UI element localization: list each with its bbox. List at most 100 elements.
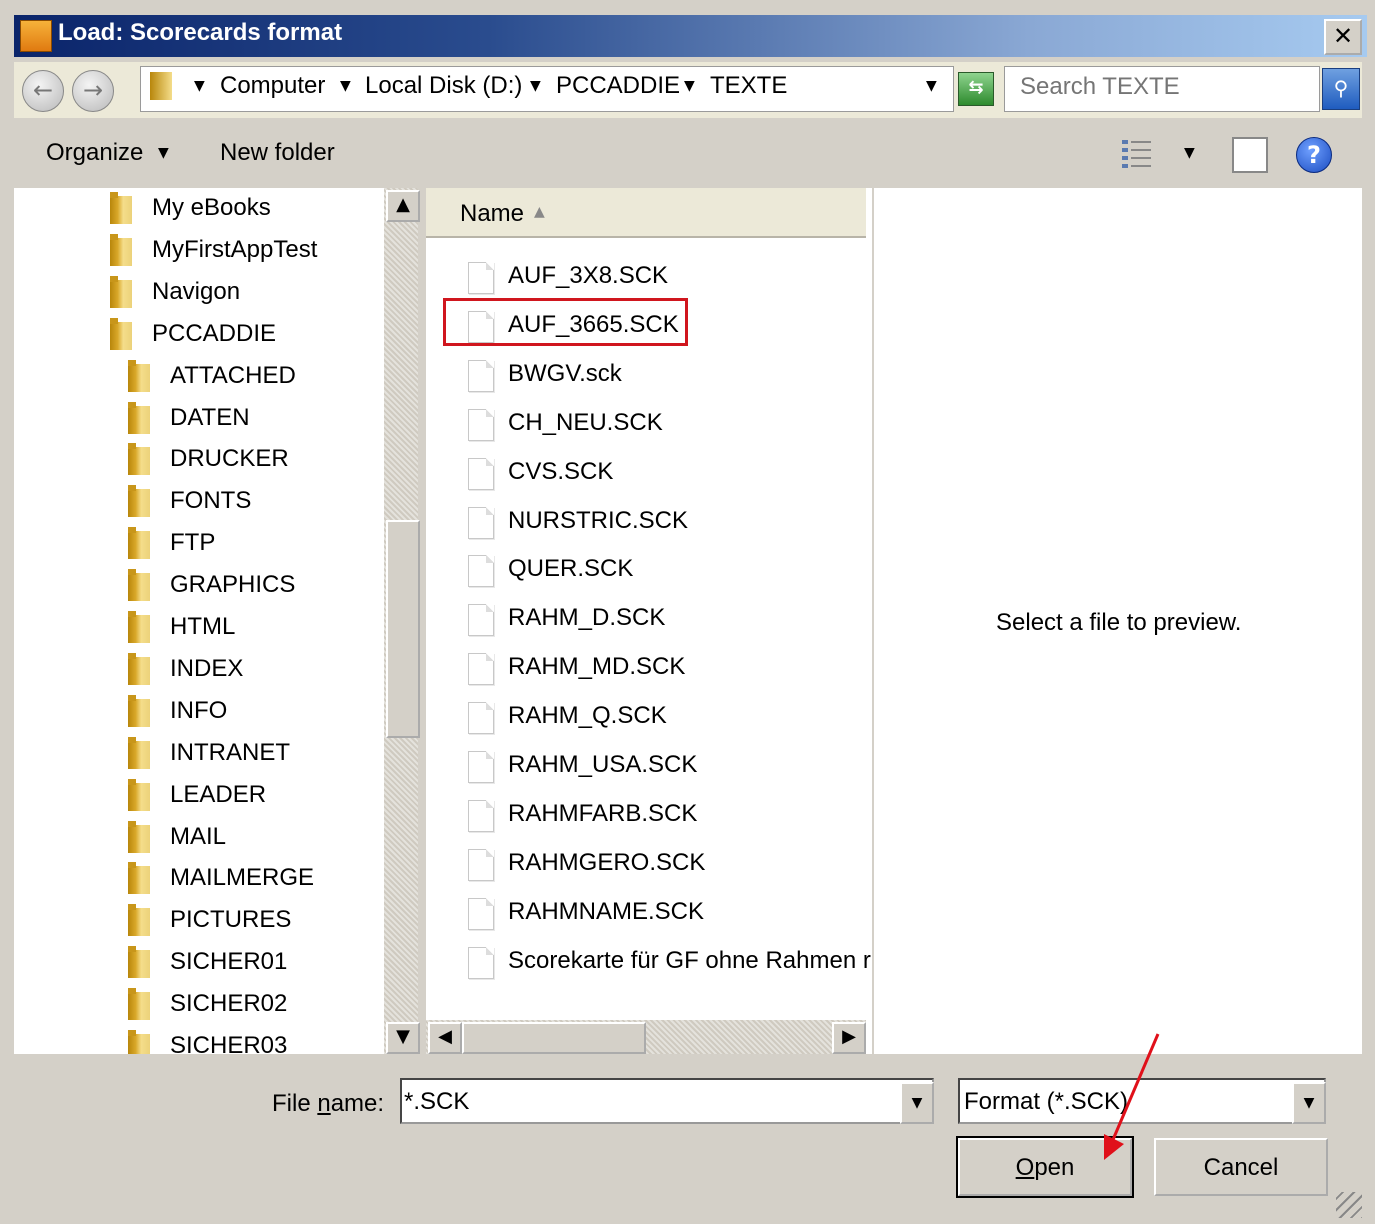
document-icon (468, 262, 494, 294)
breadcrumb-texte[interactable]: TEXTE (710, 72, 787, 100)
file-row[interactable]: RAHM_MD.SCK (426, 649, 866, 691)
breadcrumb-computer[interactable]: Computer (220, 72, 325, 100)
chevron-down-icon[interactable]: ▼ (684, 78, 695, 94)
file-row[interactable]: RAHMGERO.SCK (426, 845, 866, 887)
resize-grip[interactable] (1336, 1192, 1362, 1218)
folder-icon (128, 611, 150, 643)
document-icon (468, 506, 494, 539)
tree-item-label: My eBooks (152, 194, 271, 221)
file-row[interactable]: QUER.SCK (426, 551, 866, 593)
open-button-label: pen (1034, 1154, 1075, 1181)
sort-ascending-icon: ▲ (534, 204, 545, 220)
document-icon (468, 946, 494, 979)
scroll-left-button[interactable]: ◀ (428, 1022, 462, 1054)
chevron-down-icon[interactable]: ▼ (158, 145, 169, 161)
tree-item-label: PCCADDIE (152, 319, 277, 347)
file-name-input[interactable] (404, 1088, 894, 1116)
file-type-dropdown[interactable]: ▼ (1292, 1082, 1326, 1124)
horizontal-scroll-thumb[interactable] (462, 1022, 646, 1054)
arrow-annotation (1104, 1033, 1160, 1160)
organize-button[interactable]: Organize (46, 139, 143, 167)
search-icon[interactable]: ⚲ (1322, 68, 1360, 110)
help-icon[interactable]: ? (1296, 137, 1332, 173)
folder-icon (128, 862, 150, 895)
file-name: CH_NEU.SCK (508, 408, 663, 436)
tree-item-label: DRUCKER (170, 445, 289, 473)
file-row[interactable]: NURSTRIC.SCK (426, 503, 866, 545)
tree-item-label: FONTS (170, 487, 252, 515)
file-name: CVS.SCK (508, 457, 614, 485)
tree-item-label: FTP (170, 529, 216, 557)
search-input[interactable] (1020, 73, 1310, 101)
close-button[interactable]: ✕ (1324, 19, 1362, 55)
breadcrumb-pccaddie[interactable]: PCCADDIE (556, 72, 680, 100)
scroll-right-button[interactable]: ▶ (832, 1022, 866, 1054)
tree-item-label: MAILMERGE (170, 864, 315, 892)
folder-icon (110, 275, 132, 308)
preview-pane-button[interactable] (1232, 137, 1268, 173)
file-name: Scorekarte für GF ohne Rahmen r (508, 946, 871, 974)
breadcrumb-local-disk[interactable]: Local Disk (D:) (365, 72, 522, 100)
document-icon (468, 897, 494, 930)
tree-item-label: GRAPHICS (170, 571, 296, 599)
file-name-label-accel: n (317, 1090, 331, 1117)
file-name: RAHM_USA.SCK (508, 751, 698, 778)
tree-scroll-thumb[interactable] (386, 520, 420, 738)
file-row[interactable]: RAHMNAME.SCK (426, 894, 866, 936)
app-icon (20, 20, 52, 52)
file-row[interactable]: CVS.SCK (426, 454, 866, 496)
file-name-label: File name: (272, 1090, 384, 1118)
folder-icon (128, 359, 150, 392)
file-name-dropdown[interactable]: ▼ (900, 1082, 934, 1124)
tree-item-label: Navigon (152, 277, 241, 305)
file-name: RAHMNAME.SCK (508, 897, 705, 925)
folder-icon (128, 736, 150, 769)
view-options-icon[interactable] (1120, 136, 1156, 170)
address-history-dropdown[interactable]: ▼ (926, 78, 937, 94)
file-name-label-post: ame: (330, 1090, 385, 1117)
document-icon (468, 799, 494, 832)
chevron-down-icon[interactable]: ▼ (530, 78, 541, 94)
scroll-up-button[interactable]: ▲ (386, 190, 420, 222)
tree-item-label: MAIL (170, 822, 227, 850)
scroll-down-button[interactable]: ▼ (386, 1022, 420, 1054)
file-row[interactable]: CH_NEU.SCK (426, 405, 866, 447)
document-icon (468, 848, 494, 881)
file-name: NURSTRIC.SCK (508, 506, 689, 534)
folder-icon (128, 694, 150, 727)
file-name: RAHMFARB.SCK (508, 799, 698, 827)
file-row[interactable]: RAHM_USA.SCK (426, 747, 866, 789)
tree-item-label: INFO (170, 696, 228, 724)
new-folder-button[interactable]: New folder (220, 139, 335, 167)
tree-item-label: SICHER01 (170, 948, 288, 976)
chevron-down-icon[interactable]: ▼ (194, 78, 205, 94)
chevron-down-icon[interactable]: ▼ (340, 78, 351, 94)
forward-button[interactable]: → (72, 70, 114, 112)
column-header-name[interactable]: Name (460, 200, 524, 228)
document-icon (468, 555, 494, 588)
document-icon (468, 408, 494, 441)
file-row[interactable]: Scorekarte für GF ohne Rahmen r (426, 943, 871, 985)
folder-icon (110, 192, 132, 224)
file-row[interactable]: RAHMFARB.SCK (426, 796, 866, 838)
file-row[interactable]: RAHM_Q.SCK (426, 698, 866, 740)
open-button-accel: O (1015, 1154, 1035, 1181)
refresh-button[interactable]: ⇆ (958, 72, 994, 106)
tree-item-label: SICHER02 (170, 990, 288, 1018)
tree-item-label: LEADER (170, 780, 267, 808)
document-icon (468, 359, 494, 392)
chevron-down-icon[interactable]: ▼ (1184, 145, 1195, 161)
file-row[interactable]: RAHM_D.SCK (426, 600, 866, 642)
back-button[interactable]: ← (22, 70, 64, 112)
tree-item-label: ATTACHED (170, 361, 296, 389)
preview-message: Select a file to preview. (996, 609, 1242, 636)
file-name: AUF_3X8.SCK (508, 262, 669, 289)
folder-icon (128, 820, 150, 853)
file-row[interactable]: BWGV.sck (426, 356, 866, 398)
document-icon (468, 702, 494, 735)
tree-item-label: MyFirstAppTest (152, 235, 318, 263)
document-icon (468, 604, 494, 637)
cancel-button[interactable]: Cancel (1154, 1138, 1328, 1196)
file-row[interactable]: AUF_3X8.SCK (426, 258, 866, 300)
folder-icon (128, 485, 150, 518)
